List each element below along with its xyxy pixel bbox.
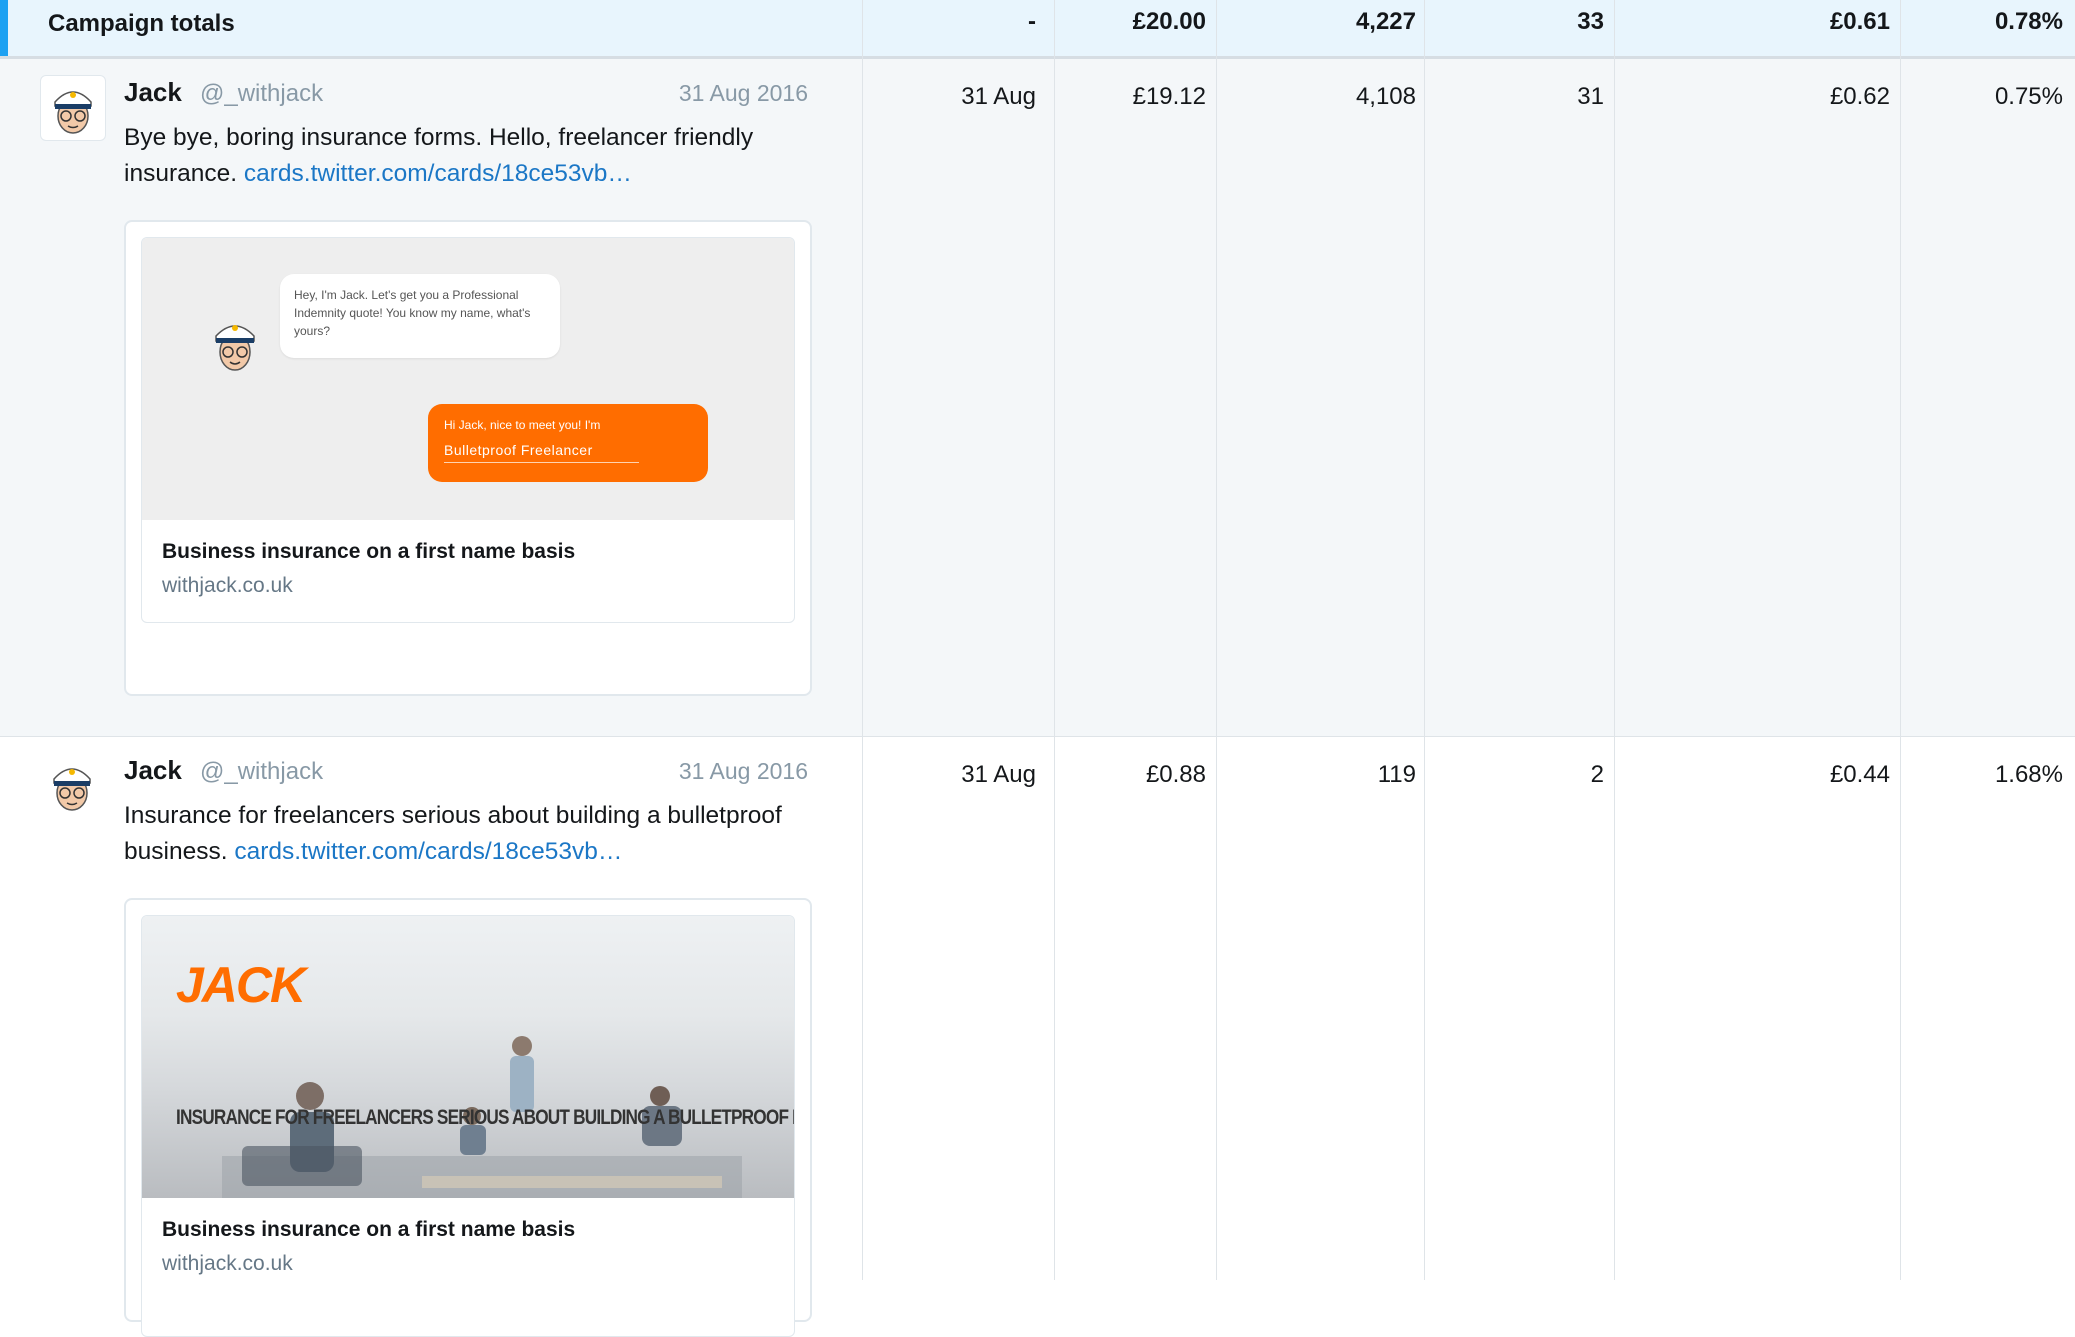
- totals-clicks: 33: [1577, 8, 1604, 35]
- cell-rate: 1.68%: [1994, 761, 2063, 788]
- cell-clicks: 31: [1577, 83, 1604, 110]
- cell-impressions: 4,108: [1355, 83, 1416, 110]
- cell-rate: 0.75%: [1994, 83, 2063, 110]
- tweet-text: Bye bye, boring insurance forms. Hello, …: [124, 120, 814, 192]
- author-handle[interactable]: @_withjack: [200, 80, 323, 108]
- tweet-card[interactable]: Hey, I'm Jack. Let's get you a Professio…: [124, 220, 812, 696]
- column-divider: [1216, 0, 1217, 1280]
- tweet-text: Insurance for freelancers serious about …: [124, 798, 814, 870]
- column-divider: [862, 0, 863, 1280]
- cell-spend: £19.12: [1132, 83, 1206, 110]
- card-image: JACK INSURANCE FOR FREELANCERS SERIOUS A…: [142, 916, 794, 1198]
- card-domain: withjack.co.uk: [162, 574, 293, 597]
- card-title: Business insurance on a first name basis: [162, 1218, 576, 1241]
- totals-label: Campaign totals: [48, 10, 235, 37]
- column-divider: [1424, 0, 1425, 1280]
- card-title: Business insurance on a first name basis: [162, 540, 576, 563]
- chat-prompt: Hi Jack, nice to meet you! I'm: [444, 418, 601, 432]
- avatar[interactable]: [40, 75, 106, 141]
- chat-name-input: Bulletproof Freelancer: [444, 442, 639, 463]
- chat-bubble-bot: Hey, I'm Jack. Let's get you a Professio…: [280, 274, 560, 358]
- captain-avatar-icon: [54, 91, 92, 134]
- cell-impressions: 119: [1377, 761, 1416, 788]
- totals-cost-per: £0.61: [1829, 8, 1890, 35]
- tweet-link[interactable]: cards.twitter.com/cards/18ce53vb…: [244, 160, 632, 187]
- captain-mascot-icon: [215, 325, 255, 371]
- cell-cost-per: £0.44: [1829, 761, 1890, 788]
- cell-cost-per: £0.62: [1829, 83, 1890, 110]
- author-name[interactable]: Jack: [124, 755, 182, 786]
- cell-spend: £0.88: [1145, 761, 1206, 788]
- column-divider: [1900, 0, 1901, 1280]
- totals-impressions: 4,227: [1355, 8, 1416, 35]
- card-domain: withjack.co.uk: [162, 1252, 293, 1275]
- avatar[interactable]: [40, 753, 104, 817]
- column-divider: [1614, 0, 1615, 1280]
- campaign-table: Jack @_withjack 31 Aug 2016 Bye bye, bor…: [0, 0, 2075, 1337]
- column-divider: [1054, 0, 1055, 1280]
- totals-date: -: [1028, 8, 1036, 35]
- totals-rate: 0.78%: [1994, 8, 2063, 35]
- captain-avatar-icon: [53, 768, 91, 811]
- cell-date: 31 Aug: [961, 83, 1036, 110]
- jack-logo: JACK: [176, 957, 306, 1013]
- image-banner-text: INSURANCE FOR FREELANCERS SERIOUS ABOUT …: [176, 1106, 794, 1129]
- card-image: Hey, I'm Jack. Let's get you a Professio…: [142, 238, 794, 520]
- chat-bubble-user: Hi Jack, nice to meet you! I'm Bulletpro…: [428, 404, 708, 482]
- tweet-link[interactable]: cards.twitter.com/cards/18ce53vb…: [234, 838, 622, 865]
- tweet-date[interactable]: 31 Aug 2016: [600, 758, 808, 785]
- campaign-totals-row[interactable]: Campaign totals - £20.00 4,227 33 £0.61 …: [0, 0, 2075, 59]
- selected-row-indicator: [0, 0, 8, 56]
- table-row[interactable]: Jack @_withjack 31 Aug 2016 Insurance fo…: [0, 737, 2075, 1337]
- table-row[interactable]: Jack @_withjack 31 Aug 2016 Bye bye, bor…: [0, 59, 2075, 737]
- card-preview[interactable]: JACK INSURANCE FOR FREELANCERS SERIOUS A…: [141, 915, 795, 1337]
- author-name[interactable]: Jack: [124, 77, 182, 108]
- cell-date: 31 Aug: [961, 761, 1036, 788]
- tweet-date[interactable]: 31 Aug 2016: [600, 80, 808, 107]
- cell-clicks: 2: [1590, 761, 1604, 788]
- author-handle[interactable]: @_withjack: [200, 758, 323, 786]
- tweet-card[interactable]: JACK INSURANCE FOR FREELANCERS SERIOUS A…: [124, 898, 812, 1337]
- totals-spend: £20.00: [1132, 8, 1206, 35]
- card-preview[interactable]: Hey, I'm Jack. Let's get you a Professio…: [141, 237, 795, 623]
